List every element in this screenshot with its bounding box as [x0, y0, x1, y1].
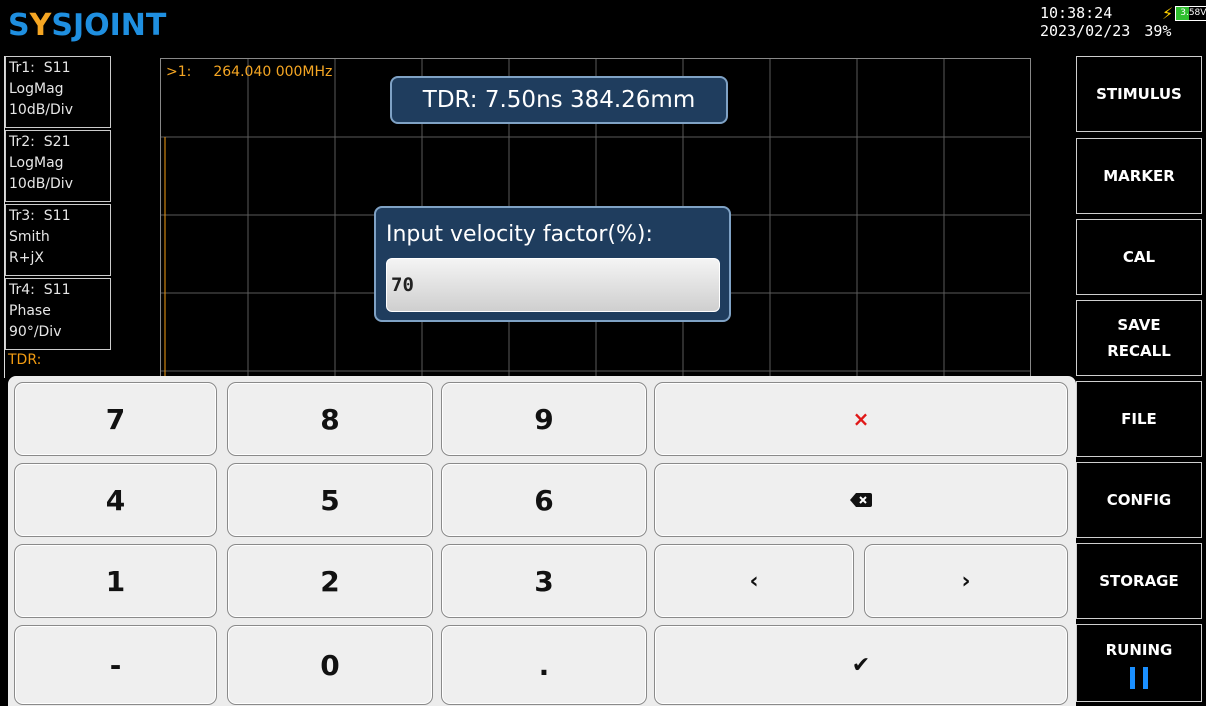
- time-display: 10:38:24: [1040, 4, 1113, 22]
- date-display: 2023/02/23: [1040, 22, 1131, 40]
- checkmark-icon: ✔: [851, 652, 871, 678]
- trace-2-info[interactable]: Tr2: S21 LogMag 10dB/Div: [5, 130, 111, 202]
- trace-4-info[interactable]: Tr4: S11 Phase 90°/Div: [5, 278, 111, 350]
- chevron-left-icon: ‹: [749, 568, 759, 594]
- battery-voltage: 3.58V: [1180, 8, 1206, 18]
- cursor-left-key[interactable]: ‹: [654, 544, 854, 618]
- backspace-key[interactable]: [654, 463, 1068, 537]
- menu-config-button[interactable]: CONFIG: [1076, 462, 1202, 538]
- key-5[interactable]: 5: [227, 463, 433, 537]
- tdr-trace-label: TDR:: [8, 352, 42, 366]
- key-7[interactable]: 7: [14, 382, 217, 456]
- close-icon: ×: [852, 407, 870, 431]
- trace-3-info[interactable]: Tr3: S11 Smith R+jX: [5, 204, 111, 276]
- backspace-icon: [850, 493, 872, 507]
- key-0[interactable]: 0: [227, 625, 433, 705]
- trace-1-info[interactable]: Tr1: S11 LogMag 10dB/Div: [5, 56, 111, 128]
- trace-panel: Tr1: S11 LogMag 10dB/Div Tr2: S21 LogMag…: [4, 56, 111, 378]
- battery-indicator: ⚡ 3.58V: [1162, 3, 1206, 23]
- menu-running-button[interactable]: RUNING: [1076, 624, 1202, 702]
- key-1[interactable]: 1: [14, 544, 217, 618]
- marker-readout: >1: 264.040 000MHz: [166, 64, 332, 80]
- menu-save-recall-button[interactable]: SAVE RECALL: [1076, 300, 1202, 376]
- velocity-factor-dialog: Input velocity factor(%):: [374, 206, 731, 322]
- key-6[interactable]: 6: [441, 463, 647, 537]
- pause-icon: [1130, 667, 1148, 689]
- marker-id: >1:: [166, 64, 192, 80]
- key-2[interactable]: 2: [227, 544, 433, 618]
- dialog-title: Input velocity factor(%):: [386, 222, 653, 247]
- numeric-keypad: 7 8 9 × 4 5 6 1 2 3 ‹ › - 0 . ✔: [8, 376, 1076, 706]
- battery-icon: 3.58V: [1175, 6, 1206, 21]
- cursor-right-key[interactable]: ›: [864, 544, 1068, 618]
- key-dot[interactable]: .: [441, 625, 647, 705]
- chevron-right-icon: ›: [961, 568, 971, 594]
- menu-file-button[interactable]: FILE: [1076, 381, 1202, 457]
- battery-percent: 39%: [1144, 22, 1172, 40]
- key-4[interactable]: 4: [14, 463, 217, 537]
- menu-stimulus-button[interactable]: STIMULUS: [1076, 56, 1202, 132]
- menu-cal-button[interactable]: CAL: [1076, 219, 1202, 295]
- tdr-readout: TDR: 7.50ns 384.26mm: [390, 76, 728, 124]
- velocity-factor-input[interactable]: [386, 258, 720, 312]
- sysjoint-logo: SYSJOINT: [8, 8, 167, 43]
- confirm-key[interactable]: ✔: [654, 625, 1068, 705]
- menu-marker-button[interactable]: MARKER: [1076, 138, 1202, 214]
- lightning-bolt-icon: ⚡: [1162, 3, 1174, 23]
- menu-storage-button[interactable]: STORAGE: [1076, 543, 1202, 619]
- key-3[interactable]: 3: [441, 544, 647, 618]
- marker-frequency: 264.040 000MHz: [213, 64, 333, 80]
- cancel-key[interactable]: ×: [654, 382, 1068, 456]
- status-clock: 10:38:24 2023/02/23 39%: [1040, 4, 1171, 40]
- key-8[interactable]: 8: [227, 382, 433, 456]
- key-9[interactable]: 9: [441, 382, 647, 456]
- key-minus[interactable]: -: [14, 625, 217, 705]
